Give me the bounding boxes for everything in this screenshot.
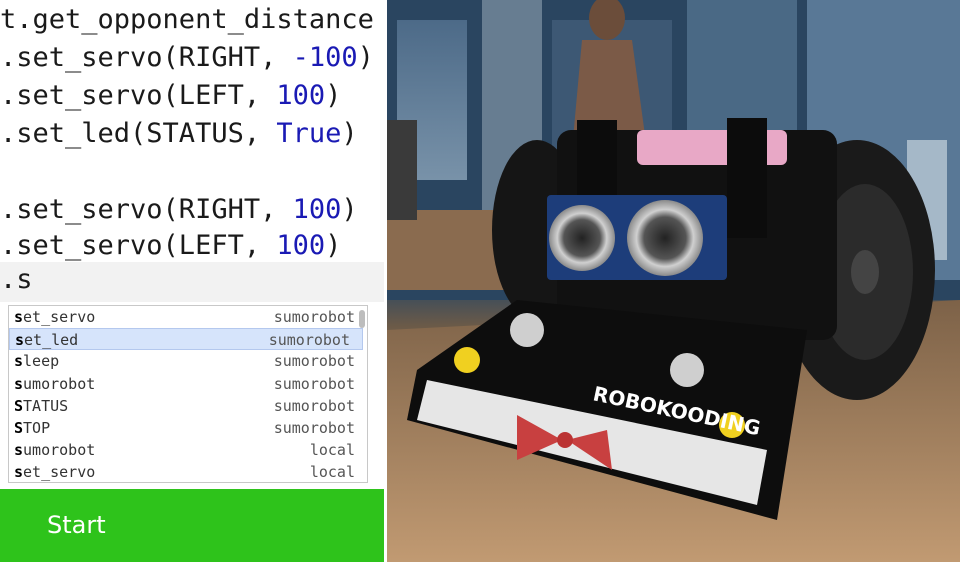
autocomplete-item-name: sleep <box>14 350 59 372</box>
code-line: .set_servo(LEFT, 100) <box>0 228 384 264</box>
autocomplete-popup[interactable]: set_servo sumorobot set_led sumorobot sleep s… <box>8 305 368 483</box>
code-text: .set_servo(RIGHT, <box>0 194 293 225</box>
autocomplete-item-source: sumorobot <box>273 374 355 393</box>
autocomplete-item-name: set_servo <box>14 461 96 482</box>
current-line[interactable]: .s <box>0 262 384 302</box>
autocomplete-item-rest: TOP <box>23 418 51 437</box>
autocomplete-item-name: sumorobot <box>14 439 95 461</box>
autocomplete-match-prefix: S <box>14 396 24 415</box>
code-value: 100 <box>276 80 326 111</box>
autocomplete-item-rest: et_led <box>24 331 79 350</box>
current-line-text: .s <box>0 264 33 295</box>
autocomplete-item-rest: et_servo <box>23 463 96 482</box>
autocomplete-item-rest: leep <box>23 352 60 371</box>
start-button[interactable]: Start <box>0 489 384 562</box>
code-line: .set_led(STATUS, True) <box>0 116 384 152</box>
autocomplete-match-prefix: s <box>14 308 24 326</box>
code-text: .set_servo(LEFT, <box>0 80 277 111</box>
autocomplete-match-prefix: s <box>14 374 24 393</box>
autocomplete-match-prefix: s <box>14 463 24 482</box>
autocomplete-item-name: sumorobot <box>14 373 95 395</box>
autocomplete-list: set_servo sumorobot set_led sumorobot sleep s… <box>9 306 367 482</box>
autocomplete-item[interactable]: sumorobot local <box>9 439 367 461</box>
autocomplete-item-name: STATUS <box>14 395 68 417</box>
code-text: ) <box>357 42 374 73</box>
autocomplete-item-rest: umorobot <box>23 441 96 460</box>
code-line: .set_servo(LEFT, 100) <box>0 78 384 114</box>
code-value: 100 <box>292 194 342 225</box>
autocomplete-match-prefix: S <box>14 418 24 437</box>
code-editor[interactable]: t.get_opponent_distance .set_servo(RIGHT,… <box>0 0 384 562</box>
autocomplete-item-rest: umorobot <box>23 374 96 393</box>
autocomplete-item-rest: et_servo <box>23 308 96 326</box>
autocomplete-item[interactable]: set_led sumorobot <box>9 328 363 351</box>
autocomplete-match-prefix: s <box>15 331 25 350</box>
code-text: .set_led(STATUS, <box>0 118 277 149</box>
autocomplete-scrollbar[interactable] <box>359 310 365 328</box>
code-line: .set_servo(RIGHT, 100) <box>0 192 384 228</box>
code-text: t.get_opponent_distance <box>0 4 374 35</box>
autocomplete-match-prefix: s <box>14 352 24 371</box>
autocomplete-item-source: sumorobot <box>273 308 355 326</box>
code-value: -100 <box>292 42 358 73</box>
code-text: ) <box>341 118 358 149</box>
autocomplete-item[interactable]: STOP sumorobot <box>9 417 367 439</box>
code-text: .set_servo(RIGHT, <box>0 42 293 73</box>
autocomplete-item[interactable]: sumorobot sumorobot <box>9 373 367 395</box>
autocomplete-item-source: local <box>309 463 355 482</box>
autocomplete-item-source: sumorobot <box>273 396 355 415</box>
autocomplete-item[interactable]: STATUS sumorobot <box>9 395 367 417</box>
code-value: 100 <box>276 230 326 261</box>
code-text: .set_servo(LEFT, <box>0 230 277 261</box>
code-text: ) <box>325 80 342 111</box>
code-line: t.get_opponent_distance <box>0 2 384 38</box>
code-text: ) <box>341 194 358 225</box>
autocomplete-item-source: local <box>309 441 355 460</box>
code-text: ) <box>325 230 342 261</box>
code-line: .set_servo(RIGHT, -100) <box>0 40 384 76</box>
autocomplete-item[interactable]: set_servo local <box>9 461 367 482</box>
robot-photo: ROBOKOODING <box>387 0 960 562</box>
autocomplete-item[interactable]: sleep sumorobot <box>9 350 367 372</box>
autocomplete-item-source: sumorobot <box>268 331 350 350</box>
code-value: True <box>276 118 342 149</box>
autocomplete-item-name: STOP <box>14 417 50 439</box>
autocomplete-item-name: set_led <box>15 329 78 351</box>
autocomplete-item-name: set_servo <box>14 306 95 328</box>
autocomplete-item-source: sumorobot <box>273 352 355 371</box>
autocomplete-match-prefix: s <box>14 441 24 460</box>
autocomplete-item-source: sumorobot <box>273 418 355 437</box>
autocomplete-item-rest: TATUS <box>23 396 69 415</box>
autocomplete-item[interactable]: set_servo sumorobot <box>9 306 367 328</box>
robot-photo-illustration: ROBOKOODING <box>387 0 960 562</box>
